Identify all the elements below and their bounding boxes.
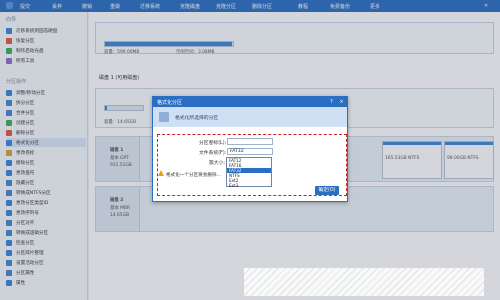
close-icon[interactable]: × [338,99,345,106]
format-icon [159,112,169,122]
filesystem-dropdown[interactable]: FAT12 FAT16 FAT32 NTFS Ext2 Ext3 [226,157,272,188]
warning-icon [158,170,164,176]
volume-input[interactable] [227,138,273,145]
volume-label: 分区卷标(L): [199,141,227,146]
ok-button[interactable]: 确定(O) [315,186,339,195]
filesystem-label: 文件系统(F): [199,151,227,156]
help-icon[interactable]: ? [328,99,335,106]
dialog-title: 格式化分区 [157,100,183,106]
watermark [244,268,484,296]
cluster-label: 簇大小: [209,161,226,166]
dialog-banner: 格式化所选择的分区 [153,107,347,127]
fs-option[interactable]: Ext3 [227,183,271,188]
warning-text: 格式化一个分区将会删除... [166,173,221,178]
filesystem-select[interactable]: FAT32 [227,148,273,155]
dialog-titlebar: 格式化分区 ? × [153,97,347,107]
